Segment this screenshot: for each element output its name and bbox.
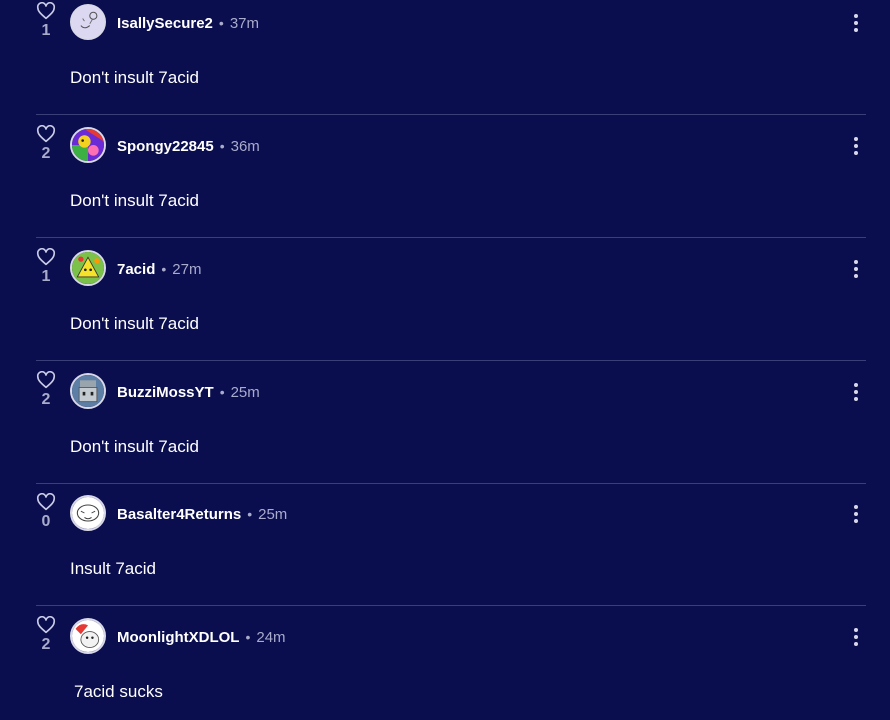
avatar[interactable] (70, 618, 106, 654)
avatar[interactable] (70, 373, 106, 409)
more-dot (854, 260, 858, 264)
more-dot (854, 383, 858, 387)
like-count: 0 (41, 513, 51, 530)
avatar[interactable] (70, 495, 106, 531)
like-control: 1 (36, 2, 56, 40)
timestamp: 25m (258, 506, 288, 523)
comment-meta: Spongy22845 • 36m (117, 137, 260, 156)
more-options-button[interactable] (852, 260, 860, 282)
heart-icon[interactable] (36, 493, 56, 511)
like-count: 2 (41, 145, 51, 162)
comment-meta: IsallySecure2 • 37m (117, 14, 259, 33)
username-link[interactable]: 7acid (117, 261, 155, 278)
avatar[interactable] (70, 4, 106, 40)
comment-meta: BuzziMossYT • 25m (117, 383, 260, 402)
like-control: 2 (36, 371, 56, 409)
avatar[interactable] (70, 127, 106, 163)
comment-list: 1 IsallySecure2 • 37m Don't insult 7acid 2… (0, 0, 890, 720)
more-dot (854, 21, 858, 25)
separator-dot: • (219, 384, 225, 400)
heart-icon[interactable] (36, 2, 56, 20)
username-link[interactable]: Spongy22845 (117, 138, 214, 155)
username-link[interactable]: MoonlightXDLOL (117, 629, 239, 646)
more-dot (854, 151, 858, 155)
more-dot (854, 144, 858, 148)
more-options-button[interactable] (852, 505, 860, 527)
more-dot (854, 28, 858, 32)
username-link[interactable]: IsallySecure2 (117, 15, 213, 32)
heart-icon[interactable] (36, 616, 56, 634)
comment-item: 2 Spongy22845 • 36m Don't insult 7acid (36, 115, 866, 238)
comment-meta: 7acid • 27m (117, 260, 201, 279)
more-dot (854, 267, 858, 271)
username-link[interactable]: BuzziMossYT (117, 384, 214, 401)
like-control: 2 (36, 616, 56, 654)
avatar-doodle-icon (72, 6, 104, 38)
more-dot (854, 635, 858, 639)
like-count: 2 (41, 391, 51, 408)
avatar[interactable] (70, 250, 106, 286)
comment-text: Don't insult 7acid (70, 68, 199, 87)
avatar-colorful-icon (72, 129, 104, 161)
comment-item: 2 BuzziMossYT • 25m Don't insult 7acid (36, 361, 866, 484)
heart-icon[interactable] (36, 371, 56, 389)
more-dot (854, 628, 858, 632)
like-count: 1 (41, 22, 51, 39)
more-options-button[interactable] (852, 14, 860, 36)
separator-dot: • (247, 506, 253, 522)
comment-item: 0 Basalter4Returns • 25m Insult 7acid (36, 483, 866, 606)
avatar-cartoon-icon (72, 620, 104, 652)
timestamp: 24m (256, 629, 286, 646)
like-control: 1 (36, 248, 56, 286)
comment-item: 1 7acid • 27m Don't insult 7acid (36, 238, 866, 361)
comment-text: Don't insult 7acid (70, 437, 199, 456)
like-control: 0 (36, 493, 56, 531)
more-dot (854, 519, 858, 523)
comment-meta: MoonlightXDLOL • 24m (117, 628, 286, 647)
comment-meta: Basalter4Returns • 25m (117, 505, 287, 524)
avatar-sketch-icon (72, 497, 104, 529)
timestamp: 37m (229, 15, 259, 32)
heart-icon[interactable] (36, 248, 56, 266)
timestamp: 36m (230, 138, 260, 155)
separator-dot: • (245, 629, 251, 645)
more-dot (854, 390, 858, 394)
comment-text: Don't insult 7acid (70, 314, 199, 333)
comment-item: 1 IsallySecure2 • 37m Don't insult 7acid (36, 0, 866, 115)
heart-icon[interactable] (36, 125, 56, 143)
more-dot (854, 274, 858, 278)
more-dot (854, 14, 858, 18)
more-dot (854, 642, 858, 646)
more-options-button[interactable] (852, 383, 860, 405)
timestamp: 27m (172, 261, 202, 278)
comment-text: 7acid sucks (74, 682, 163, 701)
like-control: 2 (36, 125, 56, 163)
separator-dot: • (161, 261, 167, 277)
more-dot (854, 137, 858, 141)
more-dot (854, 505, 858, 509)
separator-dot: • (219, 138, 225, 154)
username-link[interactable]: Basalter4Returns (117, 506, 241, 523)
comment-text: Don't insult 7acid (70, 191, 199, 210)
comment-item: 2 MoonlightXDLOL • 24m 7acid sucks (36, 606, 866, 720)
like-count: 1 (41, 268, 51, 285)
more-options-button[interactable] (852, 628, 860, 650)
like-count: 2 (41, 636, 51, 653)
avatar-robot-icon (72, 375, 104, 407)
more-dot (854, 397, 858, 401)
more-options-button[interactable] (852, 137, 860, 159)
avatar-yellow-icon (72, 252, 104, 284)
comment-text: Insult 7acid (70, 559, 156, 578)
separator-dot: • (218, 15, 224, 31)
more-dot (854, 512, 858, 516)
timestamp: 25m (230, 384, 260, 401)
